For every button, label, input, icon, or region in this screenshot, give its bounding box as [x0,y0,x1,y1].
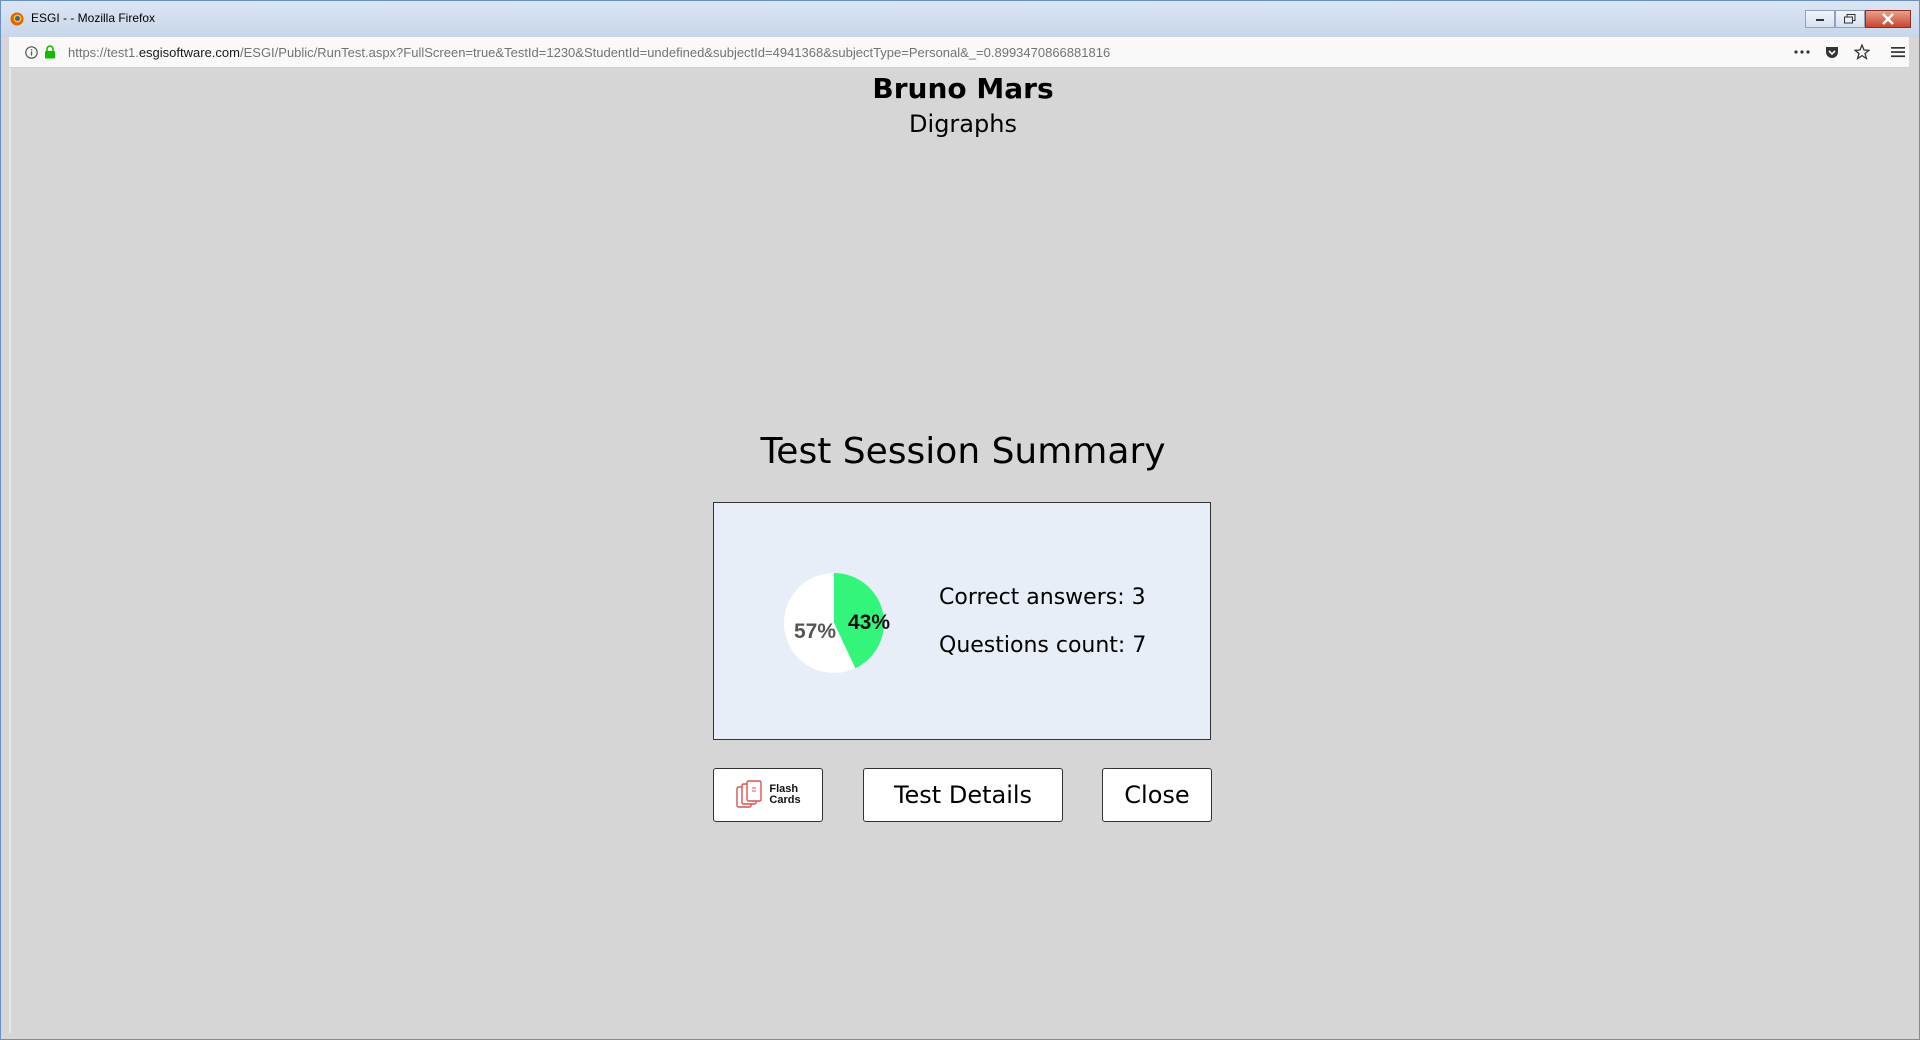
close-window-button[interactable] [1865,10,1911,28]
close-icon [1882,13,1894,25]
more-icon [1794,50,1810,54]
flash-cards-label: Flash Cards [769,784,800,806]
address-bar[interactable]: https://test1.esgisoftware.com/ESGI/Publ… [15,40,1875,64]
stats-list: Correct answers: 3 Questions count: 7 [939,585,1146,681]
window-title: ESGI - - Mozilla Firefox [31,11,156,25]
toolbar-actions [1783,41,1909,63]
menu-button[interactable] [1887,41,1909,63]
page-actions-button[interactable] [1791,41,1813,63]
page-content: Bruno Mars Digraphs Test Session Summary… [9,68,1915,1033]
navigation-bar: https://test1.esgisoftware.com/ESGI/Publ… [9,37,1909,68]
browser-window: ESGI - - Mozilla Firefox https://test1.e… [0,0,1920,1040]
subject-name: Digraphs [909,110,1017,138]
hamburger-icon [1891,47,1905,58]
flash-cards-label-line2: Cards [769,794,801,806]
info-icon[interactable] [25,46,38,59]
bookmark-button[interactable] [1851,41,1873,63]
url-text[interactable]: https://test1.esgisoftware.com/ESGI/Publ… [68,45,1110,60]
firefox-icon [10,12,24,26]
student-name: Bruno Mars [872,72,1054,105]
flash-cards-icon: Flash Cards [735,779,801,811]
test-details-button[interactable]: Test Details [863,768,1063,822]
pocket-button[interactable] [1821,41,1843,63]
title-bar: ESGI - - Mozilla Firefox [1,1,1919,37]
restore-button[interactable] [1835,10,1865,28]
summary-panel: 57% 43% Correct answers: 3 Questions cou… [713,502,1211,740]
flash-cards-button[interactable]: Flash Cards [713,768,823,822]
star-icon [1854,44,1870,60]
url-prefix: https://test1. [68,45,139,60]
correct-answers: Correct answers: 3 [939,585,1146,610]
minimize-button[interactable] [1805,10,1835,28]
lock-icon [45,45,55,59]
restore-icon [1844,14,1856,24]
minimize-icon [1816,19,1824,21]
window-controls [1805,10,1911,30]
pocket-icon [1826,46,1838,58]
close-button[interactable]: Close [1102,768,1212,822]
cards-icon [736,780,763,808]
url-path: /ESGI/Public/RunTest.aspx?FullScreen=tru… [239,45,1111,60]
url-domain: esgisoftware.com [138,45,240,60]
pie-label-incorrect: 57% [794,620,837,643]
pie-label-correct: 43% [848,611,891,634]
summary-title: Test Session Summary [760,431,1166,472]
questions-count: Questions count: 7 [939,633,1147,658]
